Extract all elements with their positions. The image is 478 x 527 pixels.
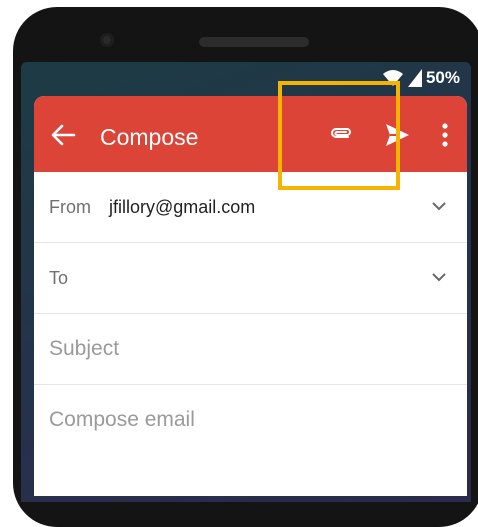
from-row[interactable]: From jfillory@gmail.com (34, 172, 467, 243)
to-field[interactable]: To (34, 243, 467, 314)
chevron-down-icon[interactable] (431, 271, 447, 283)
front-camera (100, 33, 114, 47)
more-vert-icon[interactable] (435, 122, 455, 148)
to-label: To (49, 267, 69, 288)
back-arrow-icon[interactable] (50, 122, 76, 148)
from-label: From (49, 196, 91, 217)
subject-field[interactable]: Subject (34, 314, 467, 385)
from-account[interactable]: jfillory@gmail.com (109, 197, 255, 218)
subject-placeholder: Subject (49, 337, 120, 360)
battery-percent: 50% (425, 68, 460, 87)
chevron-down-icon[interactable] (431, 200, 447, 212)
app-bar: Compose (34, 96, 467, 172)
body-placeholder: Compose email (49, 408, 195, 431)
earpiece-speaker (199, 37, 309, 47)
signal-icon (407, 69, 422, 87)
body-field[interactable]: Compose email (34, 385, 467, 455)
highlight-box (278, 81, 400, 190)
compose-screen: Compose From jfillory@gmail.com To Subje… (34, 96, 467, 496)
page-title: Compose (100, 124, 199, 150)
